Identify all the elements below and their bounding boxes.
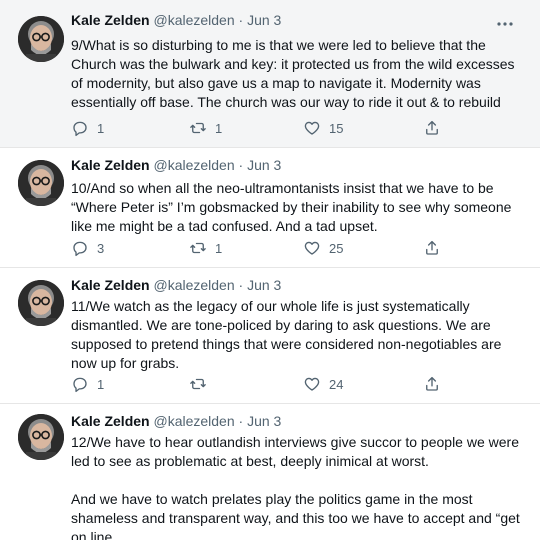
share-button[interactable] xyxy=(423,239,449,257)
like-button[interactable]: 15 xyxy=(303,119,343,137)
author-handle[interactable]: @kalezelden xyxy=(153,277,234,293)
like-count: 15 xyxy=(329,120,344,136)
retweet-button[interactable] xyxy=(189,375,215,393)
tweet-text: 11/We watch as the legacy of our whole l… xyxy=(71,298,506,371)
tweet-12[interactable]: Kale Zelden @kalezelden · Jun 3 12/We ha… xyxy=(0,404,540,540)
tweet-date[interactable]: Jun 3 xyxy=(247,12,281,28)
author-handle[interactable]: @kalezelden xyxy=(153,413,234,429)
tweet-header: Kale Zelden @kalezelden · Jun 3 xyxy=(71,12,281,28)
author-handle[interactable]: @kalezelden xyxy=(153,12,234,28)
reply-button[interactable]: 3 xyxy=(71,239,104,257)
like-button[interactable]: 24 xyxy=(303,375,343,393)
separator-dot: · xyxy=(238,277,244,293)
tweet-actions: 1 1 15 xyxy=(71,119,441,137)
share-icon xyxy=(426,376,438,391)
retweet-icon xyxy=(190,242,206,254)
like-count: 24 xyxy=(329,376,344,392)
heart-icon xyxy=(304,377,320,391)
tweet-date[interactable]: Jun 3 xyxy=(247,157,281,173)
reply-button[interactable]: 1 xyxy=(71,375,104,393)
avatar-image xyxy=(18,414,64,460)
tweet-text: 9/What is so disturbing to me is that we… xyxy=(71,37,519,110)
tweet-actions: 3 1 25 xyxy=(71,239,441,257)
more-icon[interactable] xyxy=(496,16,514,32)
tweet-date[interactable]: Jun 3 xyxy=(247,277,281,293)
tweet-thread: Kale Zelden @kalezelden · Jun 3 9/What i… xyxy=(0,0,540,540)
separator-dot: · xyxy=(238,413,244,429)
like-button[interactable]: 25 xyxy=(303,239,343,257)
tweet-11[interactable]: Kale Zelden @kalezelden · Jun 3 11/We wa… xyxy=(0,268,540,404)
heart-icon xyxy=(304,241,320,255)
author-name[interactable]: Kale Zelden xyxy=(71,157,150,173)
reply-button[interactable]: 1 xyxy=(71,119,104,137)
avatar[interactable] xyxy=(18,160,64,206)
tweet-date[interactable]: Jun 3 xyxy=(247,413,281,429)
retweet-icon xyxy=(190,378,206,390)
tweet-text: 12/We have to hear outlandish interviews… xyxy=(71,434,520,540)
tweet-header: Kale Zelden @kalezelden · Jun 3 xyxy=(71,277,281,293)
reply-count: 1 xyxy=(97,120,105,136)
tweet-text: 10/And so when all the neo-ultramontanis… xyxy=(71,180,516,234)
tweet-10[interactable]: Kale Zelden @kalezelden · Jun 3 10/And s… xyxy=(0,148,540,268)
tweet-header: Kale Zelden @kalezelden · Jun 3 xyxy=(71,157,281,173)
tweet-9[interactable]: Kale Zelden @kalezelden · Jun 3 9/What i… xyxy=(0,0,540,148)
avatar[interactable] xyxy=(18,16,64,62)
separator-dot: · xyxy=(238,157,244,173)
avatar-image xyxy=(18,160,64,206)
like-count: 25 xyxy=(329,240,344,256)
separator-dot: · xyxy=(238,12,244,28)
heart-icon xyxy=(304,121,320,135)
avatar-image xyxy=(18,280,64,326)
avatar[interactable] xyxy=(18,414,64,460)
share-button[interactable] xyxy=(423,119,449,137)
tweet-header: Kale Zelden @kalezelden · Jun 3 xyxy=(71,413,281,429)
share-icon xyxy=(426,240,438,255)
retweet-button[interactable]: 1 xyxy=(189,239,222,257)
author-name[interactable]: Kale Zelden xyxy=(71,277,150,293)
reply-icon xyxy=(73,241,87,257)
retweet-count: 1 xyxy=(215,120,223,136)
avatar-image xyxy=(18,16,64,62)
tweet-actions: 1 24 xyxy=(71,375,441,393)
share-icon xyxy=(426,120,438,135)
share-button[interactable] xyxy=(423,375,449,393)
author-name[interactable]: Kale Zelden xyxy=(71,413,150,429)
retweet-icon xyxy=(190,122,206,134)
reply-count: 1 xyxy=(97,376,105,392)
reply-icon xyxy=(73,377,87,393)
avatar[interactable] xyxy=(18,280,64,326)
author-name[interactable]: Kale Zelden xyxy=(71,12,150,28)
reply-count: 3 xyxy=(97,240,105,256)
reply-icon xyxy=(73,121,87,137)
author-handle[interactable]: @kalezelden xyxy=(153,157,234,173)
retweet-count: 1 xyxy=(215,240,223,256)
retweet-button[interactable]: 1 xyxy=(189,119,222,137)
